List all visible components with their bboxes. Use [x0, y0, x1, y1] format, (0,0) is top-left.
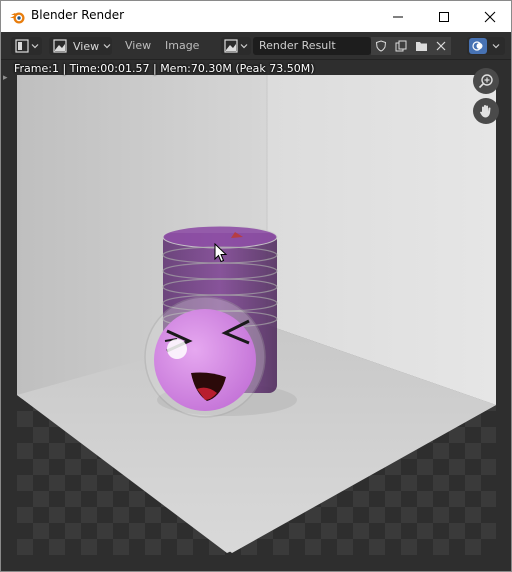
image-editor-icon	[15, 39, 29, 53]
overlay-dropdown[interactable]	[467, 37, 505, 55]
hand-icon	[480, 105, 491, 118]
cursor-icon	[214, 243, 228, 263]
chevron-down-icon	[240, 44, 248, 49]
render-stats: Frame:1 | Time:00:01.57 | Mem:70.30M (Pe…	[14, 62, 315, 75]
new-image-button[interactable]	[391, 37, 411, 55]
zoom-icon	[478, 74, 493, 89]
chevron-down-icon	[492, 44, 500, 49]
window-title: Blender Render	[31, 8, 125, 22]
view-mode-dropdown[interactable]: View	[49, 37, 112, 55]
image-name-field[interactable]: Render Result	[253, 37, 371, 55]
render-window: Blender Render View View Image Render Re…	[0, 0, 512, 572]
close-window-button[interactable]	[467, 1, 512, 32]
zoom-button[interactable]	[473, 68, 499, 94]
browse-image-dropdown[interactable]	[221, 37, 251, 55]
sidebar-toggle-icon[interactable]: ▸	[3, 73, 8, 83]
blender-logo-icon	[10, 9, 26, 25]
minimize-button[interactable]	[375, 1, 421, 32]
image-icon	[224, 39, 238, 53]
maximize-icon	[439, 11, 449, 22]
rendered-scene	[17, 75, 496, 555]
maximize-button[interactable]	[421, 1, 467, 32]
menu-view[interactable]: View	[125, 39, 151, 52]
view-mode-label: View	[73, 39, 100, 53]
chevron-down-icon	[103, 44, 111, 49]
chevron-down-icon	[31, 44, 39, 49]
editor-type-dropdown[interactable]	[11, 37, 42, 55]
menu-image[interactable]: Image	[165, 39, 199, 52]
duplicate-icon	[395, 40, 407, 52]
folder-icon	[415, 42, 427, 51]
minimize-icon	[393, 16, 403, 17]
overlay-icon	[472, 41, 483, 51]
fake-user-button[interactable]	[371, 37, 391, 55]
shield-icon	[375, 40, 387, 52]
pan-button[interactable]	[473, 98, 499, 124]
image-icon	[53, 39, 67, 53]
close-icon	[436, 41, 446, 51]
unlink-image-button[interactable]	[431, 37, 451, 55]
title-bar[interactable]: Blender Render	[1, 1, 511, 32]
overlay-toggle[interactable]	[469, 38, 487, 54]
close-icon	[484, 11, 496, 22]
render-result-image	[17, 75, 496, 555]
image-editor-header: View View Image Render Result	[1, 32, 511, 60]
open-image-button[interactable]	[411, 37, 431, 55]
